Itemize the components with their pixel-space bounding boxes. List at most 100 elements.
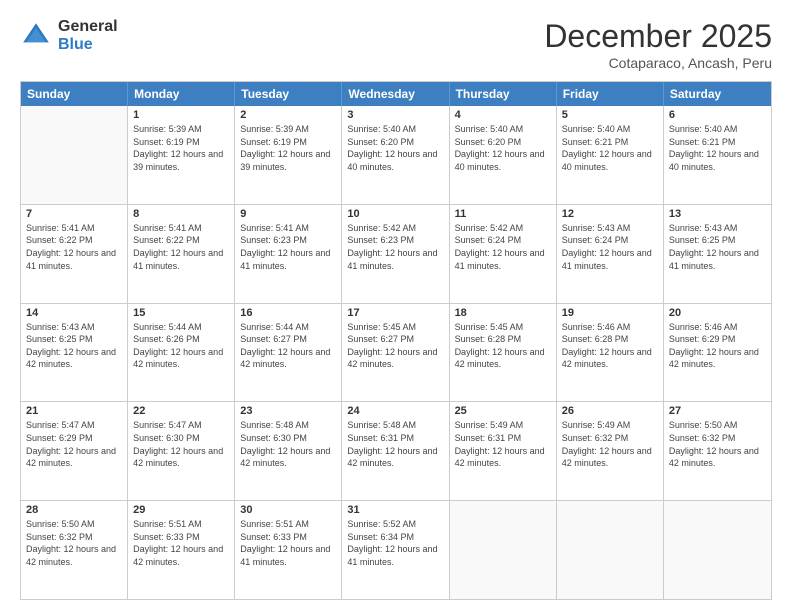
day-number: 15 [133, 307, 229, 319]
day-info: Sunrise: 5:50 AMSunset: 6:32 PMDaylight:… [669, 419, 766, 469]
day-number: 21 [26, 405, 122, 417]
calendar-cell-3-3: 24 Sunrise: 5:48 AMSunset: 6:31 PMDayligh… [342, 402, 449, 500]
week-row-1: 7 Sunrise: 5:41 AMSunset: 6:22 PMDaylight… [21, 205, 771, 304]
calendar-cell-2-2: 16 Sunrise: 5:44 AMSunset: 6:27 PMDayligh… [235, 304, 342, 402]
logo-general-text: General [58, 18, 118, 36]
calendar-cell-1-6: 13Sunrise: 5:43 AMSunset: 6:25 PMDayligh… [664, 205, 771, 303]
calendar-cell-4-0: 28 Sunrise: 5:50 AMSunset: 6:32 PMDayligh… [21, 501, 128, 599]
day-number: 6 [669, 109, 766, 121]
week-row-3: 21Sunrise: 5:47 AMSunset: 6:29 PMDayligh… [21, 402, 771, 501]
calendar-cell-0-3: 3Sunrise: 5:40 AMSunset: 6:20 PMDaylight… [342, 106, 449, 204]
calendar-cell-4-1: 29Sunrise: 5:51 AMSunset: 6:33 PMDayligh… [128, 501, 235, 599]
day-info: Sunrise: 5:47 AMSunset: 6:30 PMDaylight:… [133, 419, 229, 469]
calendar-cell-0-4: 4 Sunrise: 5:40 AMSunset: 6:20 PMDaylight… [450, 106, 557, 204]
header-day-thursday: Thursday [450, 82, 557, 106]
day-number: 7 [26, 208, 122, 220]
calendar-cell-3-1: 22Sunrise: 5:47 AMSunset: 6:30 PMDayligh… [128, 402, 235, 500]
header-day-tuesday: Tuesday [235, 82, 342, 106]
day-number: 2 [240, 109, 336, 121]
calendar-cell-4-3: 31Sunrise: 5:52 AMSunset: 6:34 PMDayligh… [342, 501, 449, 599]
week-row-2: 14 Sunrise: 5:43 AMSunset: 6:25 PMDayligh… [21, 304, 771, 403]
day-info: Sunrise: 5:45 AMSunset: 6:27 PMDaylight:… [347, 321, 443, 371]
day-number: 1 [133, 109, 229, 121]
day-number: 10 [347, 208, 443, 220]
calendar-cell-2-4: 18Sunrise: 5:45 AMSunset: 6:28 PMDayligh… [450, 304, 557, 402]
day-info: Sunrise: 5:40 AMSunset: 6:21 PMDaylight:… [669, 123, 766, 173]
day-number: 8 [133, 208, 229, 220]
day-info: Sunrise: 5:48 AMSunset: 6:30 PMDaylight:… [240, 419, 336, 469]
calendar-cell-1-1: 8 Sunrise: 5:41 AMSunset: 6:22 PMDaylight… [128, 205, 235, 303]
calendar-cell-2-6: 20 Sunrise: 5:46 AMSunset: 6:29 PMDayligh… [664, 304, 771, 402]
day-number: 30 [240, 504, 336, 516]
day-info: Sunrise: 5:44 AMSunset: 6:27 PMDaylight:… [240, 321, 336, 371]
day-info: Sunrise: 5:42 AMSunset: 6:23 PMDaylight:… [347, 222, 443, 272]
calendar-cell-1-3: 10 Sunrise: 5:42 AMSunset: 6:23 PMDayligh… [342, 205, 449, 303]
day-info: Sunrise: 5:46 AMSunset: 6:28 PMDaylight:… [562, 321, 658, 371]
location-subtitle: Cotaparaco, Ancash, Peru [544, 55, 772, 71]
day-info: Sunrise: 5:41 AMSunset: 6:23 PMDaylight:… [240, 222, 336, 272]
logo-icon [20, 20, 52, 52]
calendar-cell-2-3: 17 Sunrise: 5:45 AMSunset: 6:27 PMDayligh… [342, 304, 449, 402]
calendar-cell-3-6: 27 Sunrise: 5:50 AMSunset: 6:32 PMDayligh… [664, 402, 771, 500]
day-number: 14 [26, 307, 122, 319]
day-info: Sunrise: 5:40 AMSunset: 6:21 PMDaylight:… [562, 123, 658, 173]
day-number: 18 [455, 307, 551, 319]
calendar-cell-2-5: 19 Sunrise: 5:46 AMSunset: 6:28 PMDayligh… [557, 304, 664, 402]
day-number: 27 [669, 405, 766, 417]
day-number: 25 [455, 405, 551, 417]
day-info: Sunrise: 5:50 AMSunset: 6:32 PMDaylight:… [26, 518, 122, 568]
header-day-saturday: Saturday [664, 82, 771, 106]
day-number: 12 [562, 208, 658, 220]
logo-blue-text: Blue [58, 36, 118, 54]
calendar-cell-4-2: 30Sunrise: 5:51 AMSunset: 6:33 PMDayligh… [235, 501, 342, 599]
title-block: December 2025 Cotaparaco, Ancash, Peru [544, 18, 772, 71]
header-day-monday: Monday [128, 82, 235, 106]
logo: General Blue [20, 18, 118, 53]
header-day-friday: Friday [557, 82, 664, 106]
day-info: Sunrise: 5:44 AMSunset: 6:26 PMDaylight:… [133, 321, 229, 371]
calendar-cell-3-2: 23 Sunrise: 5:48 AMSunset: 6:30 PMDayligh… [235, 402, 342, 500]
day-info: Sunrise: 5:48 AMSunset: 6:31 PMDaylight:… [347, 419, 443, 469]
calendar-cell-4-4 [450, 501, 557, 599]
day-number: 17 [347, 307, 443, 319]
day-number: 23 [240, 405, 336, 417]
calendar-cell-4-6 [664, 501, 771, 599]
day-info: Sunrise: 5:39 AMSunset: 6:19 PMDaylight:… [240, 123, 336, 173]
header: General Blue December 2025 Cotaparaco, A… [20, 18, 772, 71]
day-info: Sunrise: 5:41 AMSunset: 6:22 PMDaylight:… [26, 222, 122, 272]
day-number: 24 [347, 405, 443, 417]
day-number: 16 [240, 307, 336, 319]
day-number: 20 [669, 307, 766, 319]
week-row-0: 1 Sunrise: 5:39 AMSunset: 6:19 PMDaylight… [21, 106, 771, 205]
day-info: Sunrise: 5:43 AMSunset: 6:24 PMDaylight:… [562, 222, 658, 272]
day-info: Sunrise: 5:41 AMSunset: 6:22 PMDaylight:… [133, 222, 229, 272]
day-info: Sunrise: 5:43 AMSunset: 6:25 PMDaylight:… [26, 321, 122, 371]
calendar-cell-1-4: 11Sunrise: 5:42 AMSunset: 6:24 PMDayligh… [450, 205, 557, 303]
calendar-header-row: SundayMondayTuesdayWednesdayThursdayFrid… [21, 82, 771, 106]
page: General Blue December 2025 Cotaparaco, A… [0, 0, 792, 612]
day-number: 9 [240, 208, 336, 220]
day-info: Sunrise: 5:49 AMSunset: 6:32 PMDaylight:… [562, 419, 658, 469]
day-info: Sunrise: 5:39 AMSunset: 6:19 PMDaylight:… [133, 123, 229, 173]
day-info: Sunrise: 5:49 AMSunset: 6:31 PMDaylight:… [455, 419, 551, 469]
day-number: 13 [669, 208, 766, 220]
day-info: Sunrise: 5:40 AMSunset: 6:20 PMDaylight:… [347, 123, 443, 173]
calendar-cell-2-0: 14 Sunrise: 5:43 AMSunset: 6:25 PMDayligh… [21, 304, 128, 402]
day-number: 29 [133, 504, 229, 516]
day-number: 5 [562, 109, 658, 121]
day-number: 26 [562, 405, 658, 417]
day-number: 28 [26, 504, 122, 516]
calendar: SundayMondayTuesdayWednesdayThursdayFrid… [20, 81, 772, 600]
day-info: Sunrise: 5:52 AMSunset: 6:34 PMDaylight:… [347, 518, 443, 568]
day-info: Sunrise: 5:46 AMSunset: 6:29 PMDaylight:… [669, 321, 766, 371]
calendar-cell-3-0: 21Sunrise: 5:47 AMSunset: 6:29 PMDayligh… [21, 402, 128, 500]
day-number: 4 [455, 109, 551, 121]
calendar-cell-4-5 [557, 501, 664, 599]
calendar-cell-0-5: 5 Sunrise: 5:40 AMSunset: 6:21 PMDaylight… [557, 106, 664, 204]
calendar-cell-0-6: 6 Sunrise: 5:40 AMSunset: 6:21 PMDaylight… [664, 106, 771, 204]
day-info: Sunrise: 5:42 AMSunset: 6:24 PMDaylight:… [455, 222, 551, 272]
calendar-cell-3-5: 26 Sunrise: 5:49 AMSunset: 6:32 PMDayligh… [557, 402, 664, 500]
day-number: 19 [562, 307, 658, 319]
day-info: Sunrise: 5:40 AMSunset: 6:20 PMDaylight:… [455, 123, 551, 173]
calendar-cell-0-0 [21, 106, 128, 204]
